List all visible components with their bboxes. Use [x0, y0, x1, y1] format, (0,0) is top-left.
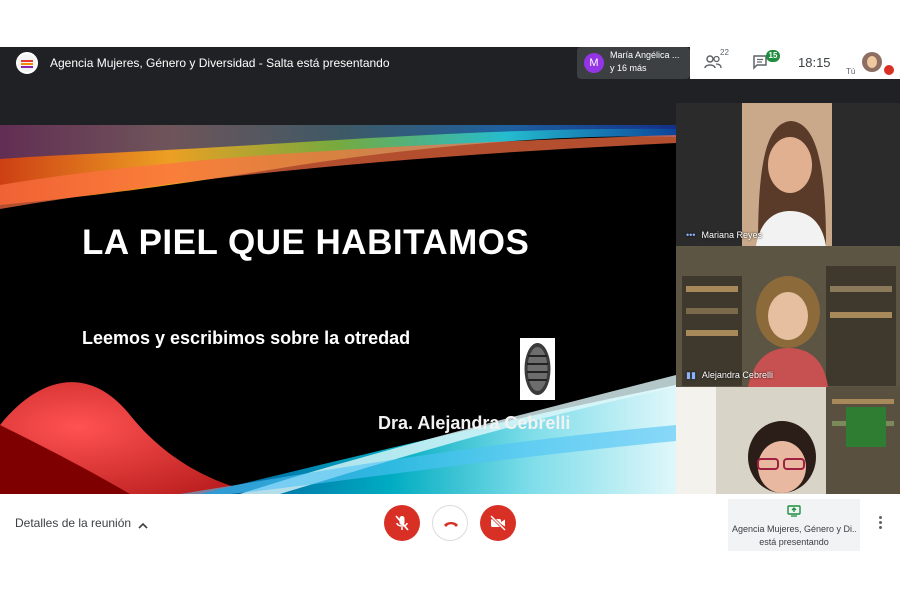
slide-author: Dra. Alejandra Cebrelli: [378, 413, 571, 433]
present-screen-icon: [787, 505, 801, 517]
slide-title: LA PIEL QUE HABITAMOS: [82, 223, 530, 262]
bottom-bar: Detalles de la reunión Agencia Mujeres, …: [0, 494, 900, 554]
camera-off-icon: [489, 514, 507, 532]
presentation-status-card[interactable]: Agencia Mujeres, Género y Di... está pre…: [728, 499, 860, 551]
seal-graphic: [524, 343, 551, 395]
join-notification-name: María Angélica ...: [610, 50, 680, 60]
avatar: M: [584, 53, 604, 73]
meeting-stage: LA PIEL QUE HABITAMOS Leemos y escribimo…: [0, 79, 900, 494]
seal-image: [520, 338, 555, 400]
presentation-slide: LA PIEL QUE HABITAMOS Leemos y escribimo…: [0, 125, 676, 494]
top-bar: Agencia Mujeres, Género y Diversidad - S…: [0, 47, 900, 79]
more-options-button[interactable]: [874, 514, 886, 534]
join-notification-more: y 16 más: [610, 63, 647, 73]
camera-toggle-button[interactable]: [480, 505, 516, 541]
mic-off-icon: [884, 65, 894, 75]
participant-name: ••• Mariana Reyes: [686, 230, 762, 240]
clock: 18:15: [798, 55, 831, 70]
mic-toggle-button[interactable]: [384, 505, 420, 541]
participant-name: ▮▮ Alejandra Cebrelli: [686, 370, 773, 380]
leave-call-button[interactable]: [432, 505, 468, 541]
participant-video: [676, 387, 900, 494]
meet-window: Agencia Mujeres, Género y Diversidad - S…: [0, 0, 900, 600]
presenter-name: Agencia Mujeres, Género y Di...: [732, 524, 856, 534]
audio-level-icon: ▮▮: [686, 370, 696, 380]
hang-up-icon: [444, 522, 458, 527]
more-vert-icon: [878, 516, 882, 519]
slide-decoration: [0, 125, 676, 494]
avatar: [867, 56, 877, 68]
people-count: 22: [720, 48, 729, 57]
chat-badge: 15: [766, 50, 780, 62]
top-right-panel: 22 15 18:15 Tú: [690, 47, 900, 79]
people-button[interactable]: [704, 54, 732, 74]
participant-video: [742, 103, 832, 246]
presenting-banner: Agencia Mujeres, Género y Diversidad - S…: [50, 56, 390, 70]
mic-off-icon: [395, 515, 409, 531]
meeting-details-button[interactable]: Detalles de la reunión: [15, 516, 131, 530]
participant-tile[interactable]: [676, 387, 900, 494]
participant-video: [676, 246, 900, 387]
presenter-logo: [16, 52, 38, 74]
participant-tile[interactable]: ••• Mariana Reyes: [676, 103, 900, 246]
participant-tile[interactable]: ▮▮ Alejandra Cebrelli: [676, 246, 900, 387]
self-avatar[interactable]: [862, 52, 882, 72]
self-label: Tú: [846, 67, 856, 76]
slide-subtitle: Leemos y escribimos sobre la otredad: [82, 328, 411, 348]
presenting-status: está presentando: [759, 537, 829, 547]
join-notification[interactable]: M María Angélica ... y 16 más: [577, 47, 690, 79]
chevron-up-icon[interactable]: [137, 518, 149, 529]
speaking-indicator-icon: •••: [686, 230, 696, 240]
